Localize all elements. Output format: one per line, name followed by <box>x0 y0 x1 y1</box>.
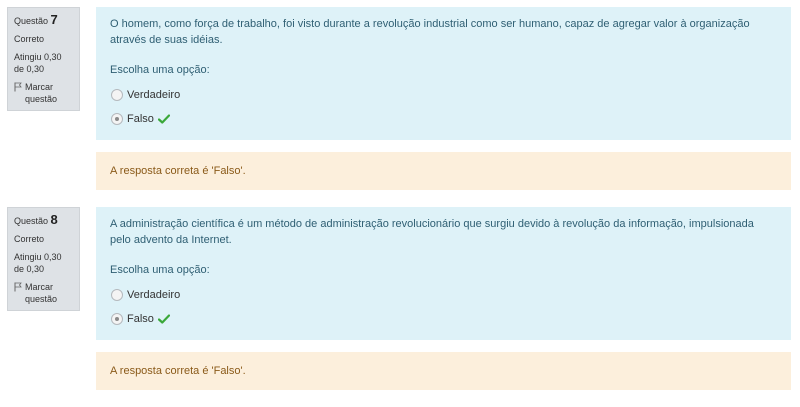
radio-falso[interactable] <box>111 113 123 125</box>
answer-option-verdadeiro[interactable]: Verdadeiro <box>110 283 777 307</box>
correct-answer-feedback: A resposta correta é 'Falso'. <box>96 352 791 390</box>
question-info: Questão 7 Correto Atingiu 0,30 de 0,30 M… <box>7 7 80 111</box>
answer-label: Verdadeiro <box>127 289 181 301</box>
feedback-text: A resposta correta é 'Falso'. <box>110 165 246 177</box>
check-icon <box>157 114 170 124</box>
flag-icon <box>14 82 22 92</box>
flag-label: Marcar questão <box>25 82 58 104</box>
answer-label: Verdadeiro <box>127 89 181 101</box>
question-8: Questão 8 Correto Atingiu 0,30 de 0,30 M… <box>0 207 800 407</box>
answer-prompt: Escolha uma opção: <box>110 64 210 76</box>
question-formulation: O homem, como força de trabalho, foi vis… <box>96 7 791 140</box>
question-number-value: 8 <box>50 212 58 227</box>
flag-question-link[interactable]: Marcar questão <box>14 81 73 105</box>
question-7: Questão 7 Correto Atingiu 0,30 de 0,30 M… <box>0 7 800 207</box>
answer-option-falso[interactable]: Falso <box>110 107 777 131</box>
flag-label: Marcar questão <box>25 282 58 304</box>
flag-icon <box>14 282 22 292</box>
question-formulation: A administração científica é um método d… <box>96 207 791 340</box>
question-text: O homem, como força de trabalho, foi vis… <box>110 18 750 46</box>
radio-verdadeiro[interactable] <box>111 289 123 301</box>
answer-option-falso[interactable]: Falso <box>110 307 777 331</box>
question-number: Questão 7 <box>14 12 73 27</box>
question-number: Questão 8 <box>14 212 73 227</box>
answer-prompt: Escolha uma opção: <box>110 264 210 276</box>
question-info: Questão 8 Correto Atingiu 0,30 de 0,30 M… <box>7 207 80 311</box>
answer-option-verdadeiro[interactable]: Verdadeiro <box>110 83 777 107</box>
question-label: Questão <box>14 16 49 26</box>
answer-label: Falso <box>127 313 154 325</box>
flag-question-link[interactable]: Marcar questão <box>14 281 73 305</box>
question-grade: Atingiu 0,30 de 0,30 <box>14 52 62 74</box>
correct-answer-feedback: A resposta correta é 'Falso'. <box>96 152 791 190</box>
question-state: Correto <box>14 34 45 44</box>
question-state: Correto <box>14 234 45 244</box>
question-number-value: 7 <box>50 12 58 27</box>
radio-verdadeiro[interactable] <box>111 89 123 101</box>
answer-label: Falso <box>127 113 154 125</box>
feedback-text: A resposta correta é 'Falso'. <box>110 365 246 377</box>
radio-falso[interactable] <box>111 313 123 325</box>
question-label: Questão <box>14 216 49 226</box>
question-text: A administração científica é um método d… <box>110 218 754 246</box>
check-icon <box>157 314 170 324</box>
question-grade: Atingiu 0,30 de 0,30 <box>14 252 62 274</box>
